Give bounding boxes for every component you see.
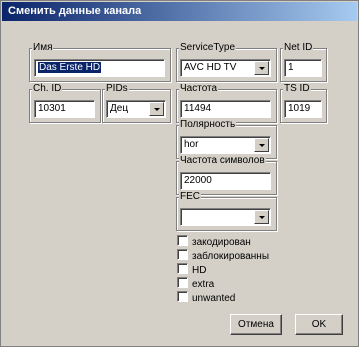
pids-value: Дец xyxy=(110,103,129,114)
service-type-dropdown-icon[interactable] xyxy=(254,61,269,75)
checkbox-locked[interactable]: заблокированны xyxy=(177,249,270,262)
polarity-select[interactable]: hor xyxy=(180,136,271,154)
frequency-field[interactable]: 11494 xyxy=(180,100,271,118)
name-group: Имя Das Erste HD xyxy=(29,42,171,82)
symbol-rate-field[interactable]: 22000 xyxy=(180,172,271,190)
name-field[interactable]: Das Erste HD xyxy=(34,59,165,77)
fec-group: FEC xyxy=(176,191,277,231)
name-value: Das Erste HD xyxy=(38,62,102,73)
service-type-select[interactable]: AVC HD TV xyxy=(180,59,271,77)
net-id-field[interactable]: 1 xyxy=(284,59,322,77)
checkbox-icon[interactable] xyxy=(177,235,188,246)
fec-dropdown-icon[interactable] xyxy=(254,210,269,224)
checkbox-label: заблокированны xyxy=(192,251,270,262)
frequency-group: Частота 11494 xyxy=(176,83,277,123)
pids-label: PIDs xyxy=(105,83,129,95)
frequency-label: Частота xyxy=(179,83,219,95)
checkbox-icon[interactable] xyxy=(177,263,188,274)
ok-button[interactable]: OK xyxy=(295,314,343,335)
symbol-rate-label: Частота символов xyxy=(179,155,266,167)
checkbox-hd[interactable]: HD xyxy=(177,263,207,276)
ts-id-group: TS ID 1019 xyxy=(280,83,327,123)
ts-id-field[interactable]: 1019 xyxy=(284,100,322,118)
pids-group: PIDs Дец xyxy=(102,83,171,123)
dialog-title: Сменить данные канала xyxy=(2,2,357,21)
service-type-value: AVC HD TV xyxy=(184,62,237,73)
symbol-rate-group: Частота символов 22000 xyxy=(176,155,277,195)
checkbox-label: extra xyxy=(192,279,215,290)
checkbox-icon[interactable] xyxy=(177,249,188,260)
fec-label: FEC xyxy=(179,191,201,203)
checkbox-encrypted[interactable]: закодирован xyxy=(177,235,251,248)
checkbox-label: unwanted xyxy=(192,293,236,304)
ts-id-label: TS ID xyxy=(283,83,311,95)
polarity-dropdown-icon[interactable] xyxy=(254,138,269,152)
ch-id-value: 10301 xyxy=(38,103,66,114)
polarity-group: Полярность hor xyxy=(176,119,277,159)
fec-select[interactable] xyxy=(180,208,271,226)
frequency-value: 11494 xyxy=(184,103,212,114)
checkbox-label: закодирован xyxy=(192,237,251,248)
service-type-label: ServiceType xyxy=(179,42,237,54)
cancel-button[interactable]: Отмена xyxy=(230,314,282,335)
ch-id-group: Ch. ID 10301 xyxy=(29,83,101,123)
pids-select[interactable]: Дец xyxy=(106,100,166,118)
polarity-value: hor xyxy=(184,139,199,150)
ts-id-value: 1019 xyxy=(288,103,311,114)
ch-id-label: Ch. ID xyxy=(32,83,63,95)
net-id-value: 1 xyxy=(288,62,294,73)
checkbox-icon[interactable] xyxy=(177,291,188,302)
ch-id-field[interactable]: 10301 xyxy=(34,100,95,118)
pids-dropdown-icon[interactable] xyxy=(149,102,164,116)
net-id-label: Net ID xyxy=(283,42,314,54)
polarity-label: Полярность xyxy=(179,119,237,131)
checkbox-label: HD xyxy=(192,265,207,276)
symbol-rate-value: 22000 xyxy=(184,175,212,186)
checkbox-icon[interactable] xyxy=(177,277,188,288)
checkbox-extra[interactable]: extra xyxy=(177,277,215,290)
service-type-group: ServiceType AVC HD TV xyxy=(176,42,277,82)
name-label: Имя xyxy=(32,42,54,54)
checkbox-unwanted[interactable]: unwanted xyxy=(177,291,236,304)
net-id-group: Net ID 1 xyxy=(280,42,327,82)
channel-edit-dialog: Сменить данные канала Имя Das Erste HD S… xyxy=(0,0,359,347)
